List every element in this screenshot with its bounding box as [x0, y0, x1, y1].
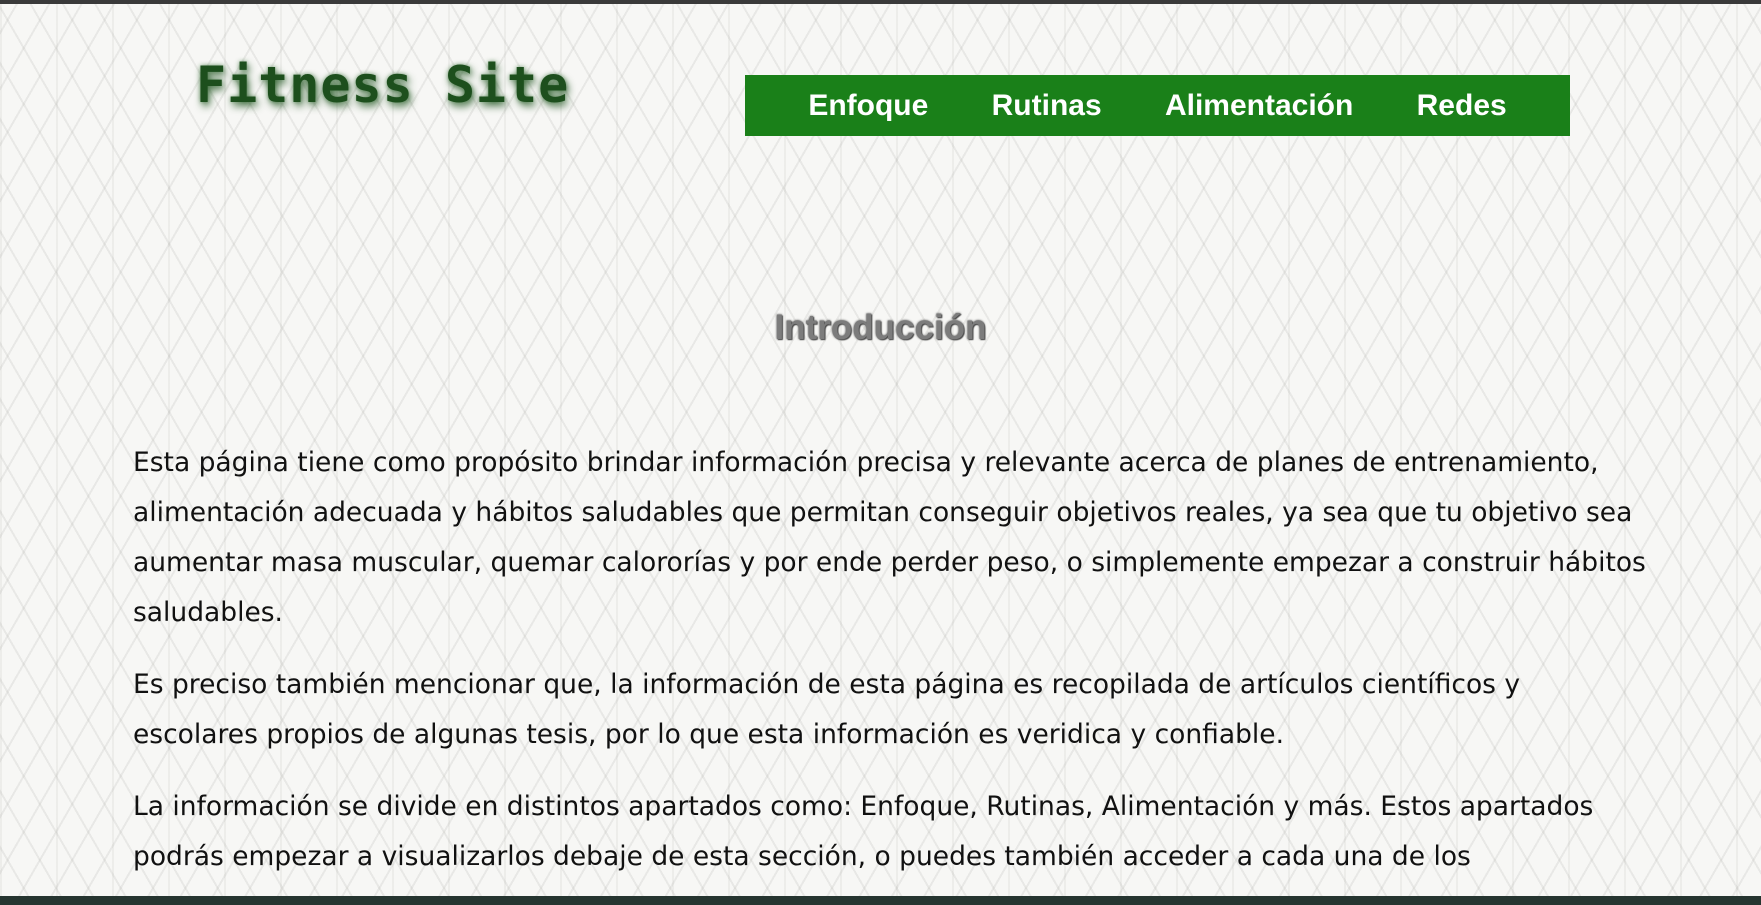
site-title: Fitness Site — [196, 56, 570, 114]
nav-link-redes[interactable]: Redes — [1417, 89, 1507, 123]
section-heading-introduccion: Introducción — [774, 308, 987, 347]
nav-link-rutinas[interactable]: Rutinas — [992, 89, 1102, 123]
window-bottom-edge — [0, 896, 1761, 905]
window-top-edge — [0, 0, 1761, 4]
nav-link-alimentacion[interactable]: Alimentación — [1165, 89, 1353, 123]
intro-paragraph: Es preciso también mencionar que, la inf… — [133, 669, 1521, 750]
intro-content: Esta página tiene como propósito brindar… — [133, 438, 1653, 904]
intro-paragraph: Esta página tiene como propósito brindar… — [133, 447, 1646, 628]
main-nav: Enfoque Rutinas Alimentación Redes — [745, 75, 1570, 136]
nav-link-enfoque[interactable]: Enfoque — [808, 89, 928, 123]
intro-paragraph: La información se divide en distintos ap… — [133, 791, 1594, 872]
